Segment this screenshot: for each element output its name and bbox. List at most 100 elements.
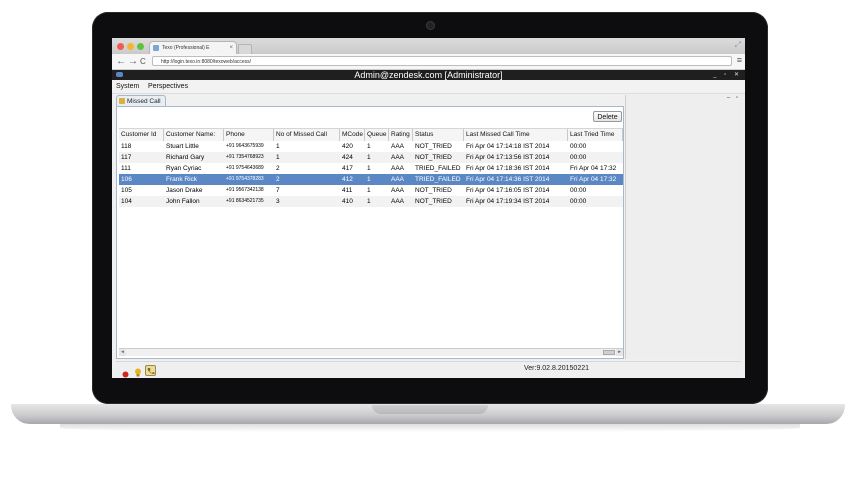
reload-icon[interactable]: C bbox=[140, 54, 146, 69]
record-icon[interactable] bbox=[122, 365, 129, 378]
browser-menu-icon[interactable]: ≡ bbox=[737, 55, 742, 65]
col-queue[interactable]: Queue bbox=[365, 129, 389, 141]
cell-rating: AAA bbox=[391, 165, 405, 172]
laptop-shadow bbox=[60, 424, 800, 432]
table-row[interactable]: 104 John Fallon +91 8634521735 3 410 1 AAA NOT_… bbox=[119, 196, 623, 207]
cell-queue: 1 bbox=[367, 198, 371, 205]
view-controls[interactable]: ‒ ▫ bbox=[727, 95, 740, 101]
col-customer-name[interactable]: Customer Name: bbox=[164, 129, 224, 141]
zoom-window-icon[interactable] bbox=[137, 43, 144, 50]
cell-missed-calls: 1 bbox=[276, 154, 280, 161]
cell-last-tried-time: 00:00 bbox=[570, 198, 587, 205]
browser-tab[interactable]: Texo (Professional) E × bbox=[149, 41, 237, 54]
col-status[interactable]: Status bbox=[413, 129, 464, 141]
cell-last-tried-time: 00:00 bbox=[570, 143, 587, 150]
tab-missed-call[interactable]: Missed Call bbox=[116, 95, 166, 106]
col-missed-calls[interactable]: No of Missed Call bbox=[274, 129, 340, 141]
cell-customer-name: Richard Gary bbox=[166, 154, 205, 161]
laptop-notch bbox=[372, 405, 488, 414]
cell-rating: AAA bbox=[391, 176, 405, 183]
table-row[interactable]: 106 Frank Rick +91 9754378283 2 412 1 AAA TRIED… bbox=[119, 174, 623, 185]
cell-missed-calls: 7 bbox=[276, 187, 280, 194]
minimize-window-icon[interactable] bbox=[127, 43, 134, 50]
cell-mcode: 424 bbox=[342, 154, 353, 161]
table-row[interactable]: 111 Ryan Cyriac +91 9754643689 2 417 1 AAA TRIE… bbox=[119, 163, 623, 174]
cell-mcode: 417 bbox=[342, 165, 353, 172]
cell-status: TRIED_FAILED bbox=[415, 165, 461, 172]
cell-customer-name: Frank Rick bbox=[166, 176, 198, 183]
app-title: Admin@zendesk.com [Administrator] bbox=[354, 70, 503, 80]
cell-phone: +91 9754643689 bbox=[226, 165, 264, 171]
col-customer-id[interactable]: Customer Id bbox=[119, 129, 164, 141]
cell-last-missed-time: Fri Apr 04 17:16:05 IST 2014 bbox=[466, 187, 550, 194]
table-row[interactable]: 118 Stuart Little +91 9643675939 1 420 1 AAA NO… bbox=[119, 141, 623, 152]
cell-last-tried-time: 00:00 bbox=[570, 154, 587, 161]
cell-customer-id: 105 bbox=[121, 187, 132, 194]
cell-phone: +91 9567342138 bbox=[226, 187, 264, 193]
phone-icon bbox=[119, 98, 125, 104]
side-panel: ‒ ▫ bbox=[625, 95, 742, 359]
forward-icon[interactable]: → bbox=[128, 54, 138, 69]
cell-mcode: 420 bbox=[342, 143, 353, 150]
cell-rating: AAA bbox=[391, 187, 405, 194]
scroll-thumb[interactable] bbox=[603, 350, 615, 355]
cell-queue: 1 bbox=[367, 143, 371, 150]
col-mcode[interactable]: MCode bbox=[340, 129, 365, 141]
cell-missed-calls: 3 bbox=[276, 198, 280, 205]
cell-phone: +91 9754378283 bbox=[226, 176, 264, 182]
cell-last-tried-time: Fri Apr 04 17:32 bbox=[570, 165, 617, 172]
cell-last-missed-time: Fri Apr 04 17:18:36 IST 2014 bbox=[466, 165, 550, 172]
browser-toolbar: ← → C http://login.texo.in:8080/texoweb/… bbox=[112, 54, 745, 70]
tab-missed-call-label: Missed Call bbox=[127, 98, 161, 105]
cell-mcode: 412 bbox=[342, 176, 353, 183]
cell-phone: +91 8634521735 bbox=[226, 198, 264, 204]
scroll-right-icon[interactable]: ▸ bbox=[616, 349, 623, 356]
cell-customer-id: 118 bbox=[121, 143, 132, 150]
cell-last-missed-time: Fri Apr 04 17:14:36 IST 2014 bbox=[466, 176, 550, 183]
app-titlebar: Admin@zendesk.com [Administrator] _ ▫ ✕ bbox=[112, 70, 745, 80]
cell-phone: +91 7354768923 bbox=[226, 154, 264, 160]
cell-missed-calls: 1 bbox=[276, 143, 280, 150]
missed-call-table: Customer Id Customer Name: Phone No of M… bbox=[119, 128, 623, 348]
scroll-left-icon[interactable]: ◂ bbox=[119, 349, 126, 356]
cell-customer-id: 106 bbox=[121, 176, 132, 183]
cell-rating: AAA bbox=[391, 198, 405, 205]
cell-queue: 1 bbox=[367, 187, 371, 194]
col-phone[interactable]: Phone bbox=[224, 129, 274, 141]
version-label: Ver:9.02.8.20150221 bbox=[524, 365, 590, 372]
fullscreen-icon[interactable]: ⤢ bbox=[735, 40, 741, 50]
back-icon[interactable]: ← bbox=[116, 54, 126, 69]
table-row[interactable]: 117 Richard Gary +91 7354768923 1 424 1 AAA NOT… bbox=[119, 152, 623, 163]
lightbulb-icon[interactable] bbox=[134, 364, 142, 378]
col-last-missed[interactable]: Last Missed Call Time bbox=[464, 129, 568, 141]
browser-tabstrip: Texo (Professional) E × ⤢ bbox=[112, 38, 745, 55]
cell-last-missed-time: Fri Apr 04 17:14:18 IST 2014 bbox=[466, 143, 550, 150]
cell-status: NOT_TRIED bbox=[415, 187, 452, 194]
cell-missed-calls: 2 bbox=[276, 165, 280, 172]
close-window-icon[interactable] bbox=[117, 43, 124, 50]
tab-close-icon[interactable]: × bbox=[229, 42, 233, 54]
cell-last-tried-time: Fri Apr 04 17:32 bbox=[570, 176, 617, 183]
cell-customer-id: 104 bbox=[121, 198, 132, 205]
window-controls[interactable]: _ ▫ ✕ bbox=[713, 70, 742, 80]
col-last-tried[interactable]: Last Tried Time bbox=[568, 129, 623, 141]
table-row[interactable]: 105 Jason Drake +91 9567342138 7 411 1 AAA NOT_… bbox=[119, 185, 623, 196]
cell-customer-id: 111 bbox=[121, 165, 131, 172]
missed-call-view: Missed Call Delete Customer Id Customer … bbox=[116, 95, 624, 359]
menu-system[interactable]: System bbox=[116, 80, 139, 93]
horizontal-scrollbar[interactable]: ◂ ▸ bbox=[119, 348, 623, 356]
cell-customer-name: John Fallon bbox=[166, 198, 200, 205]
tab-title: Texo (Professional) E bbox=[162, 45, 210, 51]
cell-status: TRIED_FAILED bbox=[415, 176, 461, 183]
menu-perspectives[interactable]: Perspectives bbox=[148, 80, 188, 93]
cell-phone: +91 9643675939 bbox=[226, 143, 264, 149]
col-rating[interactable]: Rating bbox=[389, 129, 413, 141]
address-bar[interactable]: http://login.texo.in:8080/texoweb/access… bbox=[152, 56, 732, 66]
menubar: System Perspectives bbox=[112, 80, 745, 94]
phone-icon[interactable] bbox=[145, 363, 156, 378]
cell-customer-name: Ryan Cyriac bbox=[166, 165, 202, 172]
cell-mcode: 411 bbox=[342, 187, 353, 194]
cell-queue: 1 bbox=[367, 176, 371, 183]
cell-customer-name: Stuart Little bbox=[166, 143, 199, 150]
delete-button[interactable]: Delete bbox=[593, 111, 622, 122]
